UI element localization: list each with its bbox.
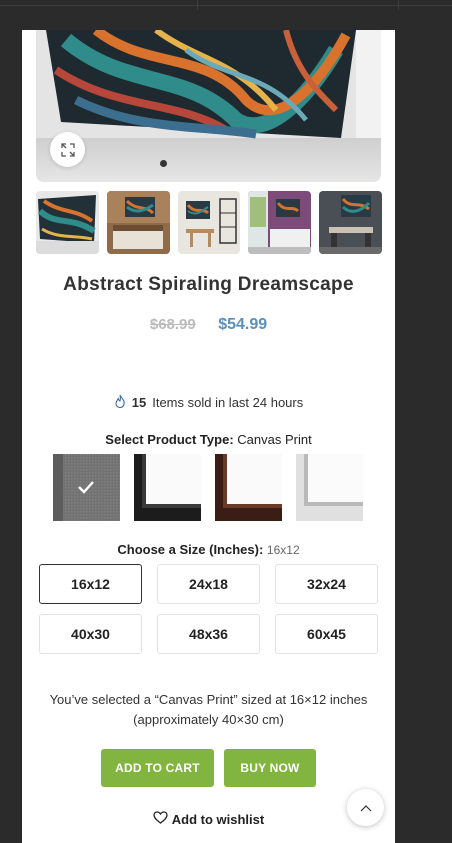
heart-icon (153, 811, 168, 827)
scroll-to-top-button[interactable] (347, 789, 384, 826)
selection-summary-line1: You’ve selected a “Canvas Print” sized a… (49, 692, 368, 707)
size-option-48x36[interactable]: 48x36 (157, 614, 260, 654)
thumbnail-2[interactable] (106, 191, 170, 254)
size-label: Choose a Size (Inches): 16x12 (22, 542, 395, 557)
size-option-60x45[interactable]: 60x45 (275, 614, 378, 654)
purchase-actions: Add to cart Buy now (101, 749, 316, 787)
zoom-button[interactable] (50, 132, 85, 167)
price-row: $68.99 $54.99 (22, 316, 395, 334)
selection-summary: You’ve selected a “Canvas Print” sized a… (32, 690, 385, 730)
wishlist-label: Add to wishlist (171, 811, 265, 827)
type-option-white-frame[interactable] (296, 454, 363, 521)
expand-icon (60, 142, 75, 157)
sold-text: Items sold in last 24 hours (152, 395, 304, 410)
thumbnail-4[interactable] (248, 191, 312, 254)
product-type-label: Select Product Type: Canvas Print (22, 432, 395, 447)
flame-icon (114, 394, 126, 411)
add-to-cart-button[interactable]: Add to cart (101, 749, 214, 787)
gallery-dot-active[interactable] (160, 160, 167, 167)
size-option-24x18[interactable]: 24x18 (157, 564, 260, 604)
buy-now-button[interactable]: Buy now (224, 749, 316, 787)
sold-count: 15 (131, 395, 147, 410)
thumbnail-1[interactable] (36, 191, 99, 254)
size-option-32x24[interactable]: 32x24 (275, 564, 378, 604)
size-options: 16x12 24x18 32x24 40x30 48x36 60x45 (39, 564, 378, 654)
type-option-brown-frame[interactable] (215, 454, 282, 521)
type-option-black-frame[interactable] (134, 454, 201, 521)
items-sold-notice: 15 Items sold in last 24 hours (22, 394, 395, 411)
sale-price: $54.99 (218, 316, 268, 333)
size-separator: : (258, 542, 264, 557)
product-type-heading: Select Product Type (105, 432, 230, 447)
thumbnail-3[interactable] (177, 191, 241, 254)
old-price: $68.99 (149, 316, 196, 333)
product-title: Abstract Spiraling Dreamscape (63, 274, 354, 295)
product-type-separator: : (229, 432, 234, 447)
product-card: Abstract Spiraling Dreamscape $68.99 $54… (22, 30, 395, 843)
thumbnail-strip (36, 191, 382, 254)
type-option-canvas-print[interactable] (53, 454, 120, 521)
size-option-16x12[interactable]: 16x12 (39, 564, 142, 604)
chevron-up-icon (360, 799, 372, 817)
size-selected: 16x12 (266, 543, 300, 557)
size-heading: Choose a Size (Inches) (117, 542, 259, 557)
product-type-selected: Canvas Print (237, 432, 312, 447)
product-type-options (53, 454, 363, 521)
selection-summary-line2: (approximately 40×30 cm) (133, 712, 284, 727)
product-main-image[interactable] (36, 30, 381, 182)
top-divider (0, 0, 452, 10)
size-option-40x30[interactable]: 40x30 (39, 614, 142, 654)
checkmark-icon (77, 480, 95, 494)
add-to-wishlist-link[interactable]: Add to wishlist (22, 811, 395, 827)
thumbnail-5[interactable] (319, 191, 382, 254)
